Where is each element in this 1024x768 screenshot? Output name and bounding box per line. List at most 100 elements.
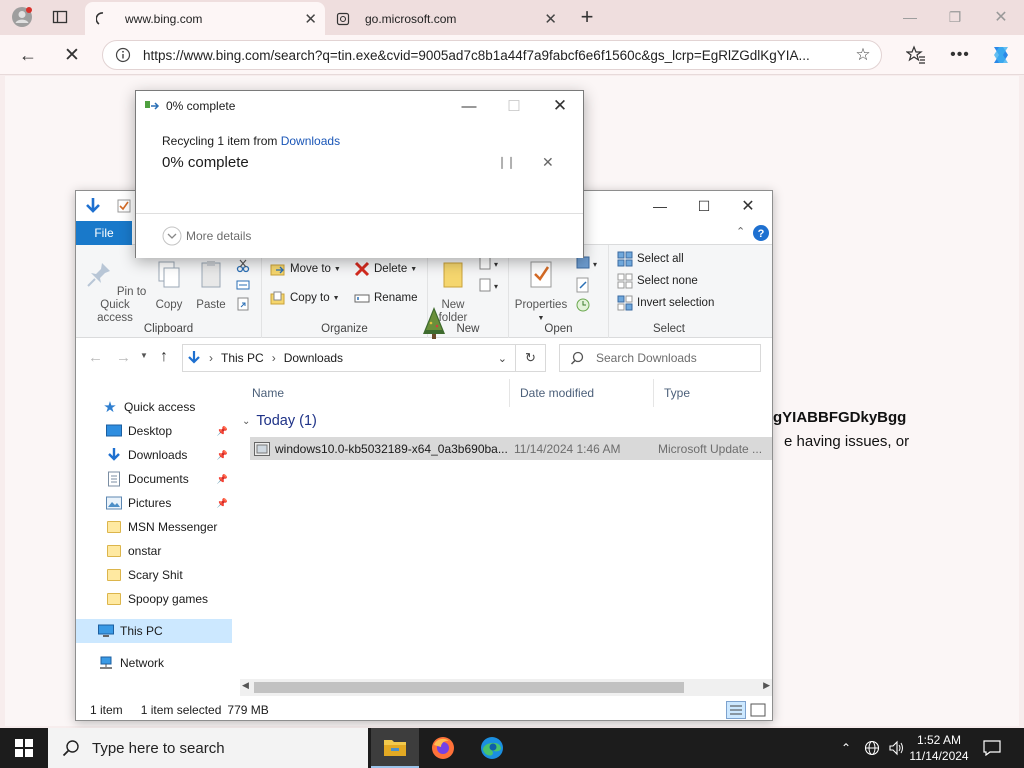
move-to-button[interactable]: Move to ▼: [270, 261, 341, 277]
forward-arrow-icon[interactable]: →: [116, 349, 131, 366]
table-row[interactable]: windows10.0-kb5032189-x64_0a3b690ba... 1…: [250, 437, 772, 460]
back-arrow-icon[interactable]: ←: [88, 349, 103, 366]
up-arrow-icon[interactable]: ↑: [160, 348, 168, 366]
collapse-ribbon-icon[interactable]: ⌃: [736, 225, 745, 238]
clock[interactable]: 1:52 AM 11/14/2024: [909, 728, 968, 768]
nav-item-spoopy-games[interactable]: Spoopy games: [76, 587, 232, 611]
details-view-icon[interactable]: [726, 701, 746, 719]
column-header-name[interactable]: Name: [242, 379, 510, 407]
help-icon[interactable]: ?: [752, 224, 770, 242]
delete-button[interactable]: Delete ▼: [354, 261, 417, 277]
taskbar-firefox[interactable]: [419, 728, 467, 768]
group-header-today[interactable]: ⌄ Today (1): [240, 413, 317, 429]
settings-more-button[interactable]: •••: [945, 40, 975, 70]
path-bar[interactable]: › This PC › Downloads ⌄: [182, 344, 516, 372]
more-details-button[interactable]: More details: [162, 226, 251, 246]
new-tab-button[interactable]: +: [573, 4, 601, 30]
tab-microsoft[interactable]: go.microsoft.com ✕: [325, 2, 565, 35]
close-window-button[interactable]: ✕: [978, 5, 1024, 29]
pause-icon[interactable]: ❙❙: [497, 155, 516, 169]
copy-to-button[interactable]: Copy to ▼: [270, 290, 340, 306]
nav-quick-access[interactable]: ★ Quick access: [76, 395, 232, 419]
nav-item-desktop[interactable]: Desktop 📌: [76, 419, 232, 443]
notifications-button[interactable]: [980, 728, 1004, 768]
progress-close-button[interactable]: ✕: [540, 95, 580, 117]
taskbar-edge[interactable]: [468, 728, 516, 768]
nav-item-scary-shit[interactable]: Scary Shit: [76, 563, 232, 587]
chevron-down-icon[interactable]: ⌄: [498, 352, 507, 365]
recent-locations-icon[interactable]: ▼: [140, 351, 148, 360]
minimize-button[interactable]: —: [887, 5, 933, 29]
nav-this-pc[interactable]: This PC: [76, 619, 232, 643]
history-icon[interactable]: [575, 297, 591, 313]
tab-actions-button[interactable]: [46, 4, 74, 30]
back-button[interactable]: ←: [13, 40, 43, 70]
nav-network[interactable]: Network: [76, 651, 232, 675]
file-tab[interactable]: File: [76, 221, 132, 245]
favorites-button[interactable]: [901, 40, 931, 70]
copy-button[interactable]: Copy: [152, 259, 186, 312]
progress-minimize-button[interactable]: —: [449, 95, 489, 117]
profile-button[interactable]: [8, 4, 36, 30]
breadcrumb-downloads[interactable]: Downloads: [284, 351, 343, 365]
search-input[interactable]: Search Downloads: [559, 344, 761, 372]
column-header-type[interactable]: Type: [654, 379, 772, 407]
select-all-button[interactable]: Select all: [617, 251, 684, 267]
restore-icon: ❐: [948, 8, 962, 25]
network-tray[interactable]: [860, 728, 884, 768]
show-hidden-icons[interactable]: ⌃: [836, 728, 856, 768]
stop-button[interactable]: ✕: [57, 40, 87, 70]
nav-label: onstar: [128, 544, 162, 558]
paste-button[interactable]: Paste: [192, 259, 230, 312]
invert-selection-button[interactable]: Invert selection: [617, 295, 714, 311]
volume-tray[interactable]: [884, 728, 908, 768]
nav-item-onstar[interactable]: onstar: [76, 539, 232, 563]
paste-shortcut-icon[interactable]: [236, 297, 250, 311]
nav-item-pictures[interactable]: Pictures 📌: [76, 491, 232, 515]
downloads-link[interactable]: Downloads: [281, 134, 340, 148]
edit-icon[interactable]: [575, 277, 591, 293]
explorer-close-button[interactable]: ✕: [726, 195, 770, 217]
more-details-label: More details: [186, 229, 252, 243]
cancel-operation-icon[interactable]: ✕: [542, 154, 554, 171]
nav-item-documents[interactable]: Documents 📌: [76, 467, 232, 491]
restore-button[interactable]: ❐: [932, 5, 978, 29]
url-text[interactable]: https://www.bing.com/search?q=tin.exe&cv…: [143, 48, 845, 63]
column-header-date[interactable]: Date modified: [510, 379, 654, 407]
scroll-right-icon[interactable]: ▶: [763, 680, 770, 691]
select-none-button[interactable]: Select none: [617, 273, 698, 289]
copy-path-icon[interactable]: [236, 278, 250, 292]
copy-to-label: Copy to: [290, 292, 330, 304]
site-info-icon[interactable]: [103, 47, 143, 63]
nav-label: Quick access: [124, 400, 196, 414]
start-button[interactable]: [0, 728, 48, 768]
pin-quick-access-button[interactable]: Pin to Quick access: [82, 259, 148, 325]
properties-quick-icon[interactable]: [116, 198, 132, 214]
nav-label: Downloads: [128, 448, 188, 462]
horizontal-scrollbar[interactable]: ◀ ▶: [240, 679, 772, 696]
scrollbar-thumb[interactable]: [254, 682, 684, 693]
taskbar-search-box[interactable]: Type here to search: [48, 728, 368, 768]
close-tab-icon[interactable]: ✕: [304, 10, 317, 28]
favorite-star-icon[interactable]: ☆: [845, 45, 881, 65]
nav-item-msn-messenger[interactable]: MSN Messenger: [76, 515, 232, 539]
breadcrumb-this-pc[interactable]: This PC: [221, 351, 264, 365]
pin-label: Pin to Quick access: [97, 286, 147, 324]
address-bar[interactable]: https://www.bing.com/search?q=tin.exe&cv…: [102, 40, 882, 70]
refresh-button[interactable]: ↻: [516, 344, 546, 372]
cut-icon[interactable]: [236, 259, 250, 273]
properties-button[interactable]: Properties ▼: [513, 259, 569, 325]
explorer-minimize-button[interactable]: —: [638, 195, 682, 217]
close-icon: ✕: [552, 96, 568, 115]
large-icons-view-icon[interactable]: [750, 702, 766, 718]
copilot-button[interactable]: [986, 40, 1016, 70]
rename-button[interactable]: Rename: [354, 290, 417, 306]
easy-access-icon[interactable]: ▾: [478, 277, 498, 293]
tab-bing[interactable]: www.bing.com ✕: [85, 2, 325, 35]
scroll-left-icon[interactable]: ◀: [242, 680, 249, 691]
close-tab-icon[interactable]: ✕: [544, 10, 557, 28]
taskbar-file-explorer[interactable]: [371, 728, 419, 768]
back-arrow-icon: ←: [19, 44, 37, 65]
explorer-maximize-button[interactable]: ☐: [682, 195, 726, 217]
nav-item-downloads[interactable]: Downloads 📌: [76, 443, 232, 467]
